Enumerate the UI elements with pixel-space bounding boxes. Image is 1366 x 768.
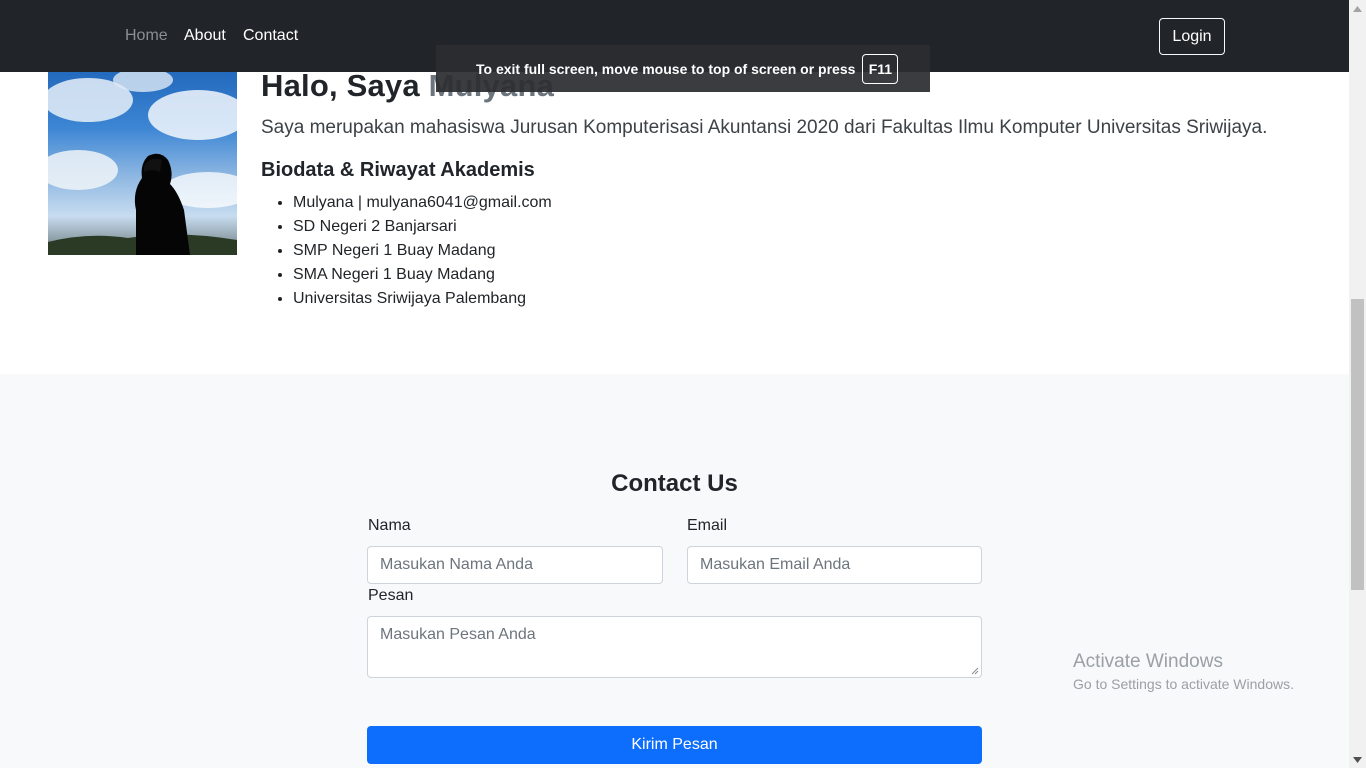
bio-item: SMA Negeri 1 Buay Madang [293, 263, 552, 287]
message-placeholder: Masukan Pesan Anda [380, 626, 536, 643]
watermark-subtitle: Go to Settings to activate Windows. [1073, 676, 1294, 692]
watermark-title: Activate Windows [1073, 651, 1223, 672]
email-label: Email [687, 517, 728, 534]
bio-item: SD Negeri 2 Banjarsari [293, 215, 552, 239]
nav-link-contact[interactable]: Contact [243, 27, 298, 45]
name-input[interactable]: Masukan Nama Anda [367, 546, 663, 584]
greeting-prefix: Halo, Saya [261, 68, 429, 103]
activate-windows-watermark: Activate Windows Go to Settings to activ… [1073, 651, 1294, 692]
fullscreen-notice-text: To exit full screen, move mouse to top o… [476, 60, 856, 77]
nav-link-about[interactable]: About [184, 27, 226, 45]
bio-heading: Biodata & Riwayat Akademis [261, 159, 535, 181]
message-label: Pesan [368, 587, 414, 604]
send-message-button[interactable]: Kirim Pesan [367, 726, 982, 764]
bio-item: SMP Negeri 1 Buay Madang [293, 239, 552, 263]
textarea-resize-grip-icon[interactable] [971, 667, 979, 675]
message-textarea[interactable]: Masukan Pesan Anda [367, 616, 982, 678]
profile-photo [48, 60, 237, 255]
page: Halo, Saya Mulyana Saya merupakan mahasi… [0, 0, 1349, 768]
f11-key-badge: F11 [862, 53, 899, 84]
name-label: Nama [368, 517, 411, 534]
scrollbar-thumb[interactable] [1351, 299, 1364, 590]
bio-item: Universitas Sriwijaya Palembang [293, 287, 552, 311]
contact-heading: Contact Us [611, 470, 738, 497]
email-input[interactable]: Masukan Email Anda [687, 546, 982, 584]
nav-link-home[interactable]: Home [125, 27, 168, 45]
vertical-scrollbar[interactable] [1349, 0, 1366, 768]
profile-intro: Saya merupakan mahasiswa Jurusan Kompute… [261, 117, 1268, 138]
bio-list: Mulyana | mulyana6041@gmail.com SD Neger… [293, 191, 552, 311]
scroll-down-arrow-icon[interactable] [1349, 751, 1366, 768]
scroll-up-arrow-icon[interactable] [1349, 0, 1366, 17]
contact-section: Contact Us Nama Masukan Nama Anda Email … [0, 374, 1349, 768]
name-placeholder: Masukan Nama Anda [380, 556, 533, 573]
fullscreen-notice: To exit full screen, move mouse to top o… [436, 45, 930, 92]
login-button[interactable]: Login [1159, 18, 1225, 55]
email-placeholder: Masukan Email Anda [700, 556, 851, 573]
bio-item: Mulyana | mulyana6041@gmail.com [293, 191, 552, 215]
